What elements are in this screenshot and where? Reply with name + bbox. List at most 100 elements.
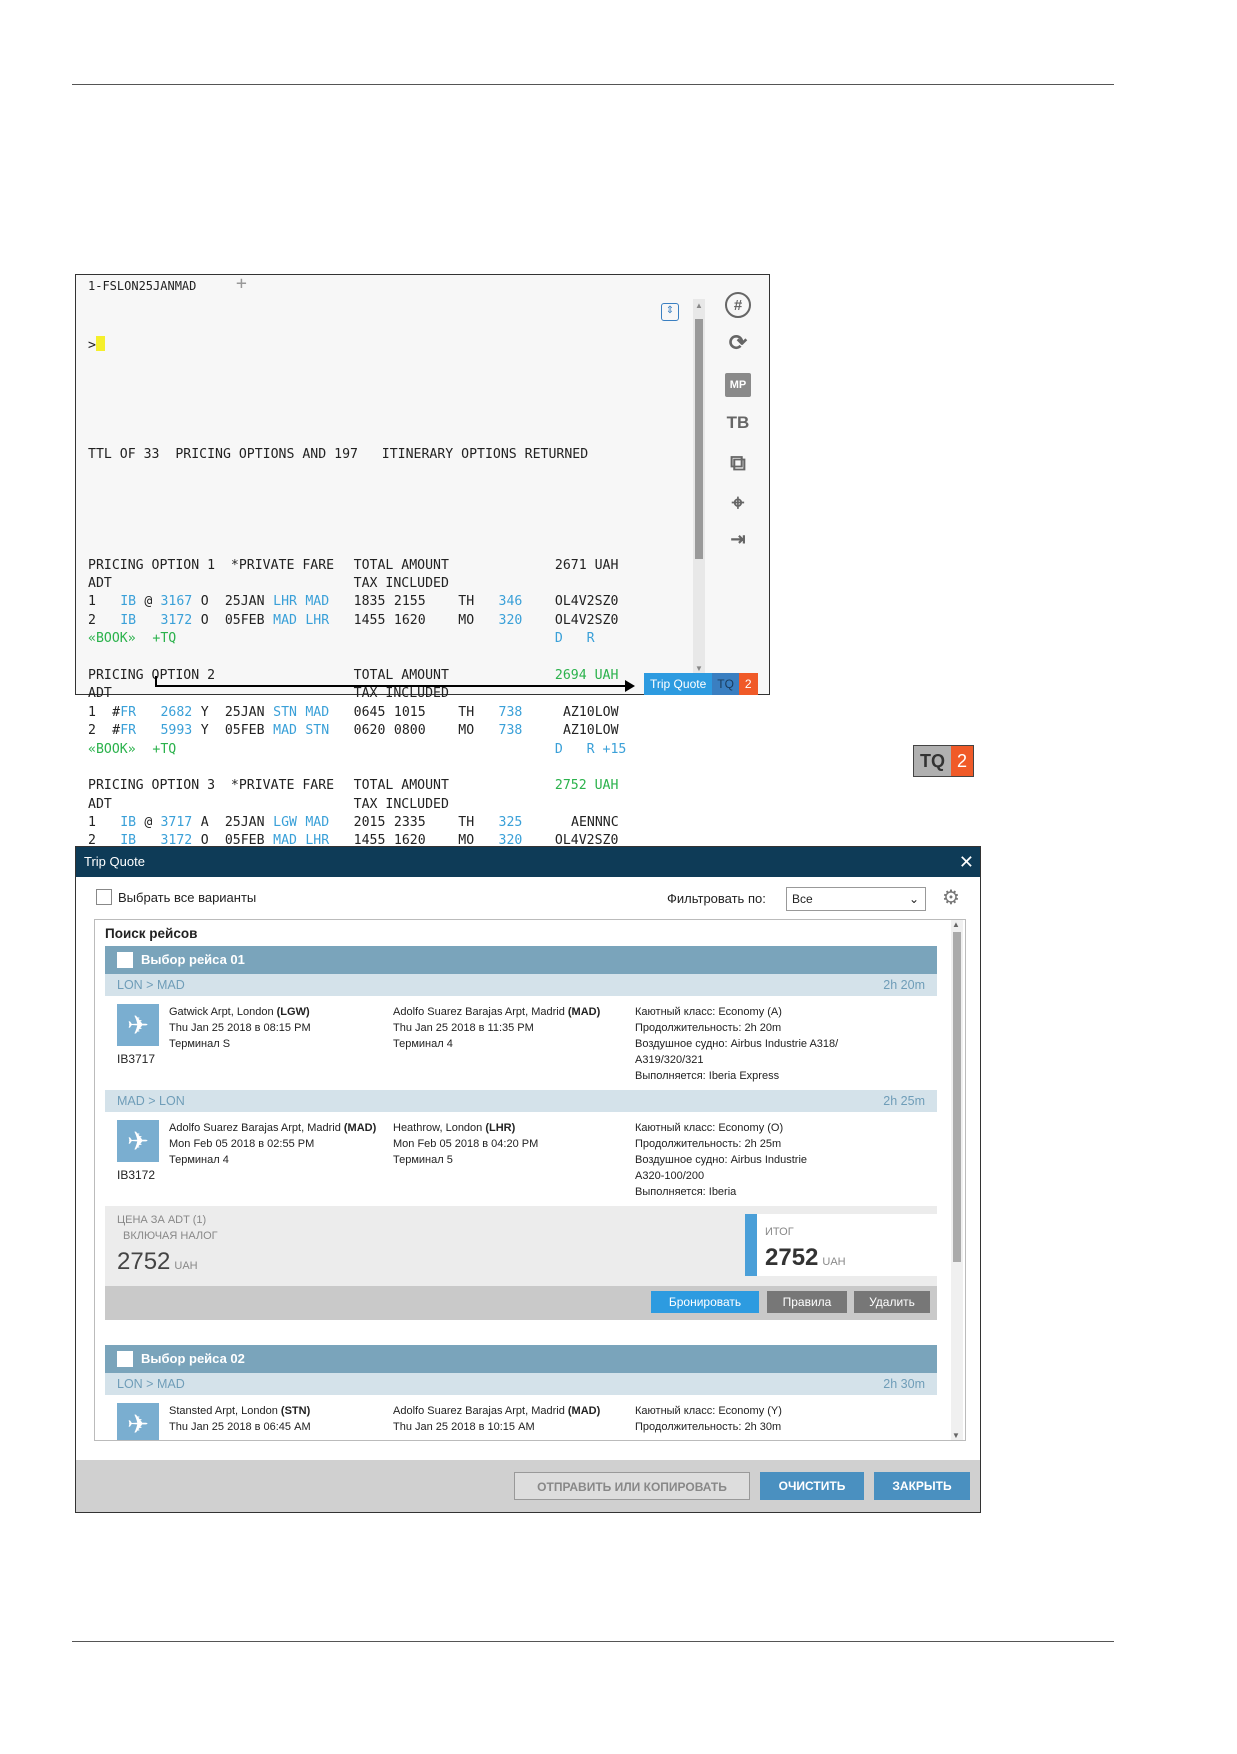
- scroll-up-icon[interactable]: ▲: [952, 920, 960, 929]
- close-icon[interactable]: ✕: [959, 847, 974, 877]
- delete-button[interactable]: Удалить: [854, 1291, 930, 1313]
- group-header[interactable]: Выбор рейса 02: [105, 1345, 937, 1373]
- equipment: 320: [498, 612, 523, 628]
- filter-select[interactable]: Все ⌄: [786, 887, 926, 911]
- group-checkbox[interactable]: [117, 1351, 133, 1367]
- close-button[interactable]: ЗАКРЫТЬ: [874, 1472, 970, 1500]
- flight-number: 3172: [160, 612, 193, 628]
- plane-icon: ✈: [117, 1403, 159, 1440]
- booking-class: O: [200, 594, 209, 610]
- add-tab-icon[interactable]: +: [236, 273, 247, 294]
- terminal-screen[interactable]: > TTL OF 33 PRICING OPTIONS AND 197 ITIN…: [88, 299, 688, 873]
- group-checkbox[interactable]: [117, 952, 133, 968]
- ptc: ADT: [88, 576, 112, 592]
- hash-icon[interactable]: #: [722, 289, 754, 321]
- segment-body: ✈ IB3172 Adolfo Suarez Barajas Arpt, Mad…: [105, 1112, 937, 1206]
- option-total: 2694 UAH: [554, 667, 619, 683]
- flight-date: 25JAN: [224, 815, 265, 831]
- tb-icon[interactable]: TB: [722, 407, 754, 439]
- leg-number: 2: [88, 612, 96, 628]
- itinerary-line: 2 # FR 5993 Y 05FEB MAD STN 0620 0800 MO 738 AZ10LOW: [88, 722, 688, 740]
- dep-time: Thu Jan 25 2018 в 08:15 PM: [169, 1022, 311, 1034]
- terminal-scrollbar[interactable]: ▲ ▼: [693, 299, 705, 675]
- rules-button[interactable]: Правила: [767, 1291, 847, 1313]
- flight-details: Каютный класс: Economy (O) Продолжительн…: [635, 1120, 807, 1200]
- arr-time: Thu Jan 25 2018 в 11:35 PM: [393, 1022, 534, 1034]
- select-all[interactable]: Выбрать все варианты: [96, 889, 256, 905]
- segment-route: LON > MAD: [117, 978, 185, 992]
- origin: STN: [273, 704, 297, 720]
- bottom-rule: [72, 1641, 1114, 1642]
- arrival-info: Adolfo Suarez Barajas Arpt, Madrid (MAD)…: [393, 1004, 600, 1052]
- split-icon[interactable]: ⇥: [722, 523, 754, 555]
- option-title: PRICING OPTION 2: [88, 667, 216, 683]
- scroll-up-icon[interactable]: ▲: [695, 301, 703, 310]
- tq-count: 2: [738, 673, 758, 695]
- flight-date: 05FEB: [224, 612, 265, 628]
- destination: STN: [305, 723, 330, 739]
- location-pin-icon[interactable]: ⌖: [722, 487, 754, 519]
- external-link-icon[interactable]: ⧉: [722, 447, 754, 479]
- send-copy-button[interactable]: ОТПРАВИТЬ ИЛИ КОПИРОВАТЬ: [514, 1472, 750, 1500]
- segment-header: MAD > LON 2h 25m: [105, 1090, 937, 1112]
- dep-time: Thu Jan 25 2018 в 06:45 AM: [169, 1421, 311, 1433]
- arr-terminal: Терминал 4: [393, 1038, 453, 1050]
- book-link: «BOOK»: [88, 741, 136, 757]
- select-all-label: Выбрать все варианты: [118, 889, 257, 905]
- option-total: 2752 UAH: [554, 778, 619, 794]
- arr-time: Mon Feb 05 2018 в 04:20 PM: [393, 1138, 539, 1150]
- mp-icon[interactable]: MP: [722, 369, 754, 401]
- price-currency: UAH: [174, 1260, 198, 1272]
- dep-time: 2015: [353, 815, 386, 831]
- terminal-sidebar: # ⟳ MP TB ⧉ ⌖ ⇥: [712, 275, 769, 694]
- leg-mark: #: [112, 723, 121, 739]
- aircraft-cont: A319/320/321: [635, 1054, 704, 1066]
- dialog-footer: ОТПРАВИТЬ ИЛИ КОПИРОВАТЬ ОЧИСТИТЬ ЗАКРЫТ…: [76, 1460, 980, 1512]
- weekday: TH: [458, 704, 475, 720]
- arr-airport: Heathrow, London: [393, 1122, 486, 1134]
- option-actions: «BOOK» +TQ D R: [88, 630, 688, 648]
- arr-code: (MAD): [567, 1006, 601, 1018]
- option-title: PRICING OPTION 3 *PRIVATE FARE: [88, 778, 335, 794]
- clear-button[interactable]: ОЧИСТИТЬ: [760, 1472, 864, 1500]
- add-tq-link[interactable]: +TQ: [152, 741, 176, 759]
- segment-duration: 2h 25m: [883, 1094, 925, 1108]
- detail-links: D R +15: [554, 741, 627, 757]
- option-total: 2671 UAH: [554, 557, 619, 573]
- book-button[interactable]: Бронировать: [651, 1291, 759, 1313]
- option-ptc-line: ADT TAX INCLUDED: [88, 796, 688, 814]
- scroll-down-icon[interactable]: ▼: [952, 1431, 960, 1440]
- dep-time: 0645: [353, 704, 386, 720]
- segment-route: LON > MAD: [117, 1377, 185, 1391]
- cabin-class: Каютный класс: Economy (Y): [635, 1405, 782, 1417]
- scroll-down-icon[interactable]: ▼: [695, 664, 703, 673]
- top-rule: [72, 84, 1114, 85]
- equipment: 325: [498, 815, 523, 831]
- booking-class: Y: [200, 704, 209, 720]
- results-scrollbar[interactable]: ▲ ▼: [951, 920, 963, 1440]
- select-all-checkbox[interactable]: [96, 889, 112, 905]
- add-tq-link[interactable]: +TQ: [152, 630, 176, 648]
- trip-quote-bar[interactable]: Trip Quote TQ 2: [644, 673, 758, 695]
- refresh-icon[interactable]: ⟳: [722, 327, 754, 359]
- trip-quote-label: Trip Quote: [644, 673, 713, 695]
- pointer-arrow: [155, 680, 635, 692]
- leg-number: 1: [88, 704, 96, 720]
- scroll-thumb[interactable]: [695, 319, 703, 559]
- terminal-tab[interactable]: 1-FSLON25JANMAD: [88, 279, 196, 293]
- scroll-thumb[interactable]: [953, 932, 961, 1262]
- arr-time: 1620: [393, 612, 426, 628]
- trip-quote-dialog: Trip Quote ✕ Выбрать все варианты Фильтр…: [75, 846, 981, 1513]
- gear-icon[interactable]: ⚙: [942, 885, 960, 910]
- arr-time: 0800: [393, 723, 426, 739]
- group-header[interactable]: Выбор рейса 01: [105, 946, 937, 974]
- fare-basis: AZ10LOW: [562, 723, 619, 739]
- segment-header: LON > MAD 2h 20m: [105, 974, 937, 996]
- total-value: 2752: [765, 1244, 819, 1271]
- operated-by: Выполняется: Iberia: [635, 1186, 737, 1198]
- flight-group: Выбор рейса 02 LON > MAD 2h 30m ✈ Stanst…: [105, 1345, 937, 1440]
- leg-number: 1: [88, 594, 96, 610]
- fare-basis: AENNNC: [571, 815, 619, 831]
- cursor: [95, 335, 105, 351]
